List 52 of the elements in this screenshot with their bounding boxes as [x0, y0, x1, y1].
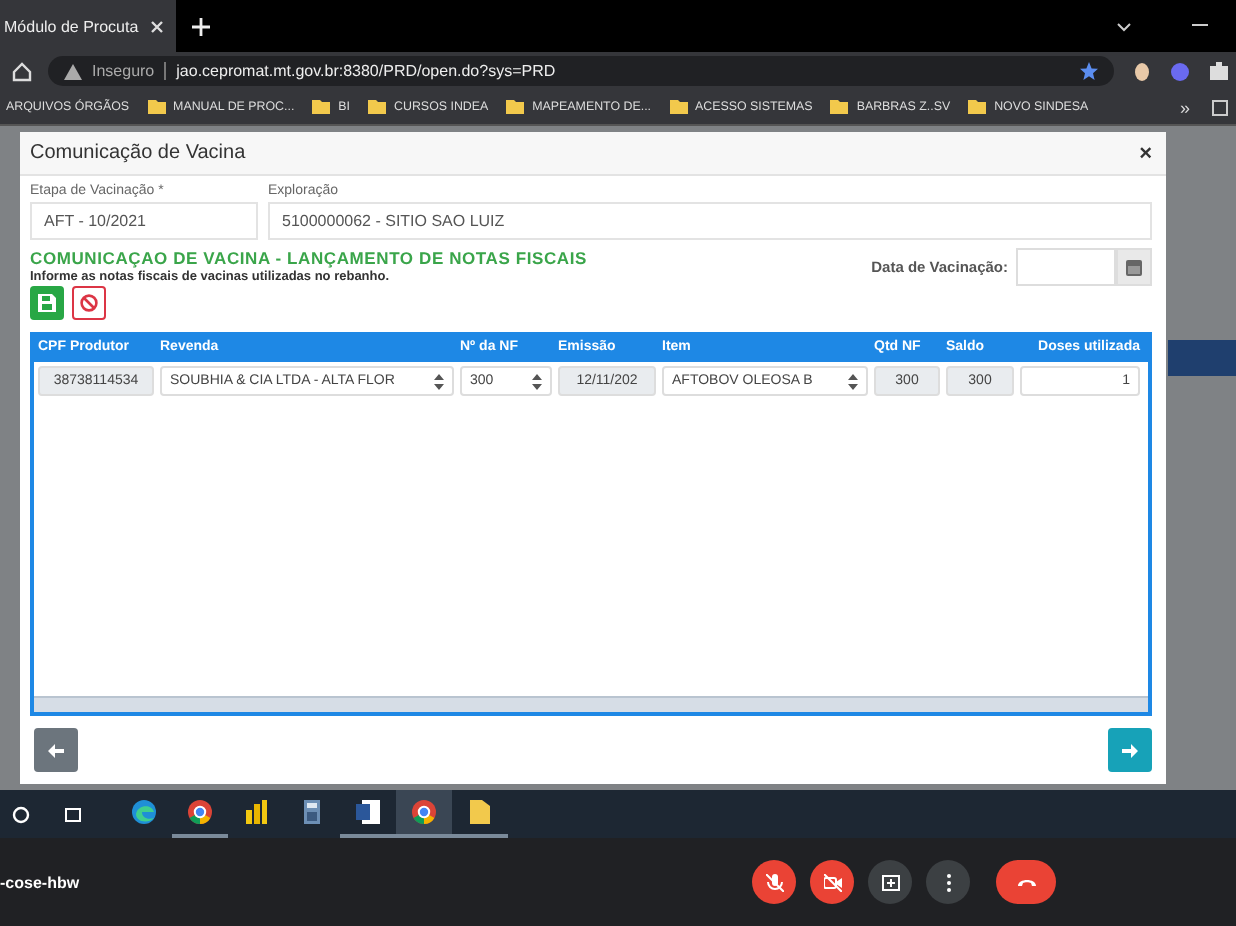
more-button[interactable]: [926, 860, 970, 904]
edge-icon: [130, 798, 158, 826]
back-button[interactable]: [34, 728, 78, 772]
meeting-code: -cose-hbw: [0, 873, 80, 891]
microphone-icon: [765, 873, 783, 891]
sort-arrows-icon: [434, 373, 444, 389]
close-icon[interactable]: [150, 19, 164, 33]
date-field[interactable]: [1016, 248, 1116, 286]
next-button[interactable]: [1108, 728, 1152, 772]
extension-icon[interactable]: [1170, 61, 1190, 81]
calculator-icon: [298, 798, 326, 826]
browser-tab[interactable]: Módulo de Procuta: [0, 0, 176, 52]
folder-icon: [466, 798, 494, 826]
search-icon[interactable]: [12, 805, 30, 823]
prohibited-icon: [80, 294, 98, 312]
save-button[interactable]: [30, 286, 64, 320]
security-label: Inseguro: [92, 62, 155, 80]
section-title: COMUNICAÇAO DE VACINA - LANÇAMENTO DE NOTAS FISCAIS: [30, 248, 589, 268]
more-bookmarks-button[interactable]: »: [1179, 97, 1190, 117]
address-bar[interactable]: Inseguro jao.cepromat.mt.gov.br:8380/PRD/open.do?sys=PRD: [48, 56, 1114, 86]
profile-icon[interactable]: [1134, 61, 1150, 81]
mic-button[interactable]: [752, 860, 796, 904]
floppy-icon: [38, 294, 56, 312]
present-button[interactable]: [868, 860, 912, 904]
minimize-icon[interactable]: [1192, 24, 1208, 28]
close-button[interactable]: ×: [1135, 141, 1156, 165]
chrome-icon: [410, 798, 438, 826]
calendar-button[interactable]: [1116, 248, 1152, 286]
chrome-icon: [186, 798, 214, 826]
warning-icon: [64, 63, 82, 79]
calendar-icon: [1126, 259, 1142, 275]
url-text: jao.cepromat.mt.gov.br:8380/PRD/open.do?sys=PRD: [176, 62, 556, 80]
bar-chart-icon: [242, 798, 270, 826]
task-view-icon[interactable]: [64, 805, 82, 823]
sort-arrows-icon: [532, 373, 542, 389]
chevron-icon[interactable]: [1116, 21, 1132, 31]
dialog-title: Comunicação de Vacina: [30, 142, 246, 164]
taskbar-app[interactable]: [396, 790, 452, 838]
input-field[interactable]: AFT - 10/2021: [30, 202, 258, 240]
hangup-button[interactable]: [996, 860, 1056, 904]
camera-button[interactable]: [810, 860, 854, 904]
camera-icon: [823, 873, 841, 891]
present-icon: [881, 873, 899, 891]
arrow-left-icon: [48, 743, 64, 757]
home-icon[interactable]: [12, 61, 32, 81]
star-icon[interactable]: [1080, 62, 1098, 80]
new-tab-icon[interactable]: [192, 17, 210, 35]
arrow-right-icon: [1122, 743, 1138, 757]
cancel-button[interactable]: [72, 286, 106, 320]
sort-arrows-icon: [848, 373, 858, 389]
document-icon: [354, 798, 382, 826]
input-field[interactable]: 5100000062 - SITIO SAO LUIZ: [268, 202, 1152, 240]
